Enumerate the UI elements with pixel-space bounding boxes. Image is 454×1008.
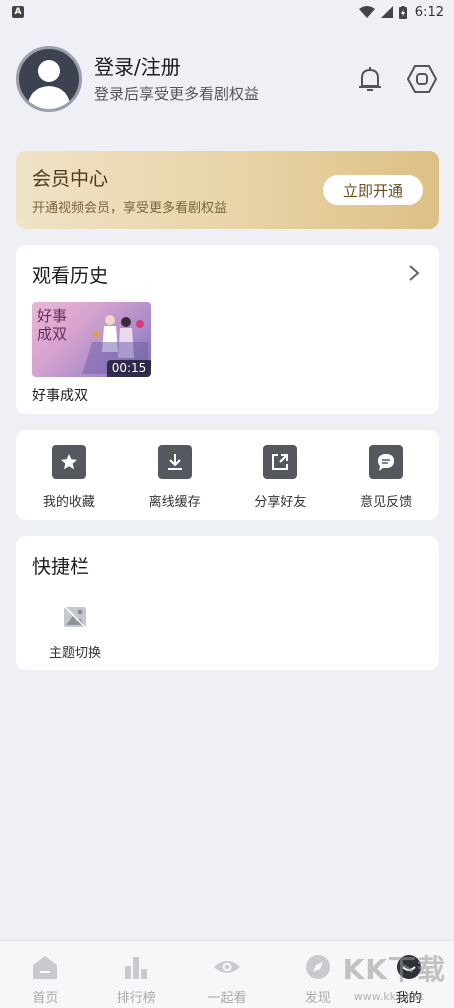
watermark-url: www.kkx.net — [353, 990, 424, 1003]
history-item[interactable]: 好事成双 00:15 好事成双 — [32, 302, 151, 405]
shortcut-grid: 我的收藏 离线缓存 分享好友 意见反馈 — [16, 430, 439, 520]
chart-icon — [125, 957, 148, 979]
share-friends-label: 分享好友 — [254, 495, 307, 510]
download-icon — [167, 454, 182, 470]
my-favorites-label: 我的收藏 — [42, 495, 95, 510]
notification-icon: A — [12, 6, 24, 18]
signal-icon — [380, 6, 393, 18]
quick-bar-title: 快捷栏 — [32, 556, 90, 578]
offline-cache-label: 离线缓存 — [148, 495, 201, 510]
watermark-logo: KK下载 — [342, 953, 446, 986]
share-friends-button[interactable]: 分享好友 — [228, 430, 334, 520]
video-duration: 00:15 — [107, 360, 151, 377]
nav-watch-together[interactable]: 一起看 — [182, 941, 273, 1008]
thumbnail-title-art: 好事成双 — [37, 307, 68, 343]
compass-icon — [305, 955, 330, 979]
wifi-icon — [358, 6, 375, 18]
nav-watch-together-label: 一起看 — [207, 991, 247, 1006]
vip-center-card[interactable]: 会员中心 开通视频会员，享受更多看剧权益 立即开通 — [16, 151, 439, 229]
settings-button[interactable] — [406, 63, 438, 95]
quick-bar-card: 快捷栏 主题切换 — [16, 536, 439, 670]
status-time: 6:12 — [414, 4, 444, 20]
theme-switch-button[interactable]: 主题切换 — [49, 604, 101, 661]
share-icon — [272, 454, 289, 470]
nav-discover-label: 发现 — [304, 991, 331, 1006]
feedback-button[interactable]: 意见反馈 — [333, 430, 439, 520]
subscribe-now-button[interactable]: 立即开通 — [323, 175, 423, 205]
watch-history-title: 观看历史 — [32, 265, 109, 287]
notification-bell-button[interactable] — [354, 63, 386, 95]
nav-home-label: 首页 — [32, 991, 59, 1006]
login-subtitle: 登录后享受更多看剧权益 — [94, 85, 260, 103]
my-favorites-button[interactable]: 我的收藏 — [16, 430, 122, 520]
feedback-label: 意见反馈 — [360, 495, 413, 510]
theme-switch-label: 主题切换 — [49, 646, 102, 661]
offline-cache-button[interactable]: 离线缓存 — [122, 430, 228, 520]
login-register-area[interactable]: 登录/注册 登录后享受更多看剧权益 — [94, 54, 354, 104]
nav-home[interactable]: 首页 — [0, 941, 91, 1008]
watch-history-card: 观看历史 好事成双 00:15 好事成双 — [16, 245, 439, 414]
login-title[interactable]: 登录/注册 — [94, 54, 354, 80]
nav-ranking[interactable]: 排行榜 — [91, 941, 182, 1008]
nav-ranking-label: 排行榜 — [116, 991, 156, 1006]
theme-icon — [64, 606, 86, 628]
eye-icon — [213, 961, 240, 973]
bell-icon — [359, 67, 381, 91]
feedback-icon — [378, 454, 395, 471]
history-item-title: 好事成双 — [32, 388, 88, 404]
status-bar: A 6:12 — [0, 0, 454, 24]
star-icon — [60, 454, 77, 470]
avatar[interactable] — [16, 46, 82, 112]
chevron-right-icon[interactable] — [407, 263, 421, 283]
settings-icon — [406, 65, 438, 93]
battery-icon — [398, 5, 407, 19]
video-thumbnail[interactable]: 好事成双 00:15 — [32, 302, 151, 377]
home-icon — [33, 956, 58, 979]
default-avatar-icon — [27, 60, 71, 109]
profile-header: 登录/注册 登录后享受更多看剧权益 — [16, 44, 438, 114]
